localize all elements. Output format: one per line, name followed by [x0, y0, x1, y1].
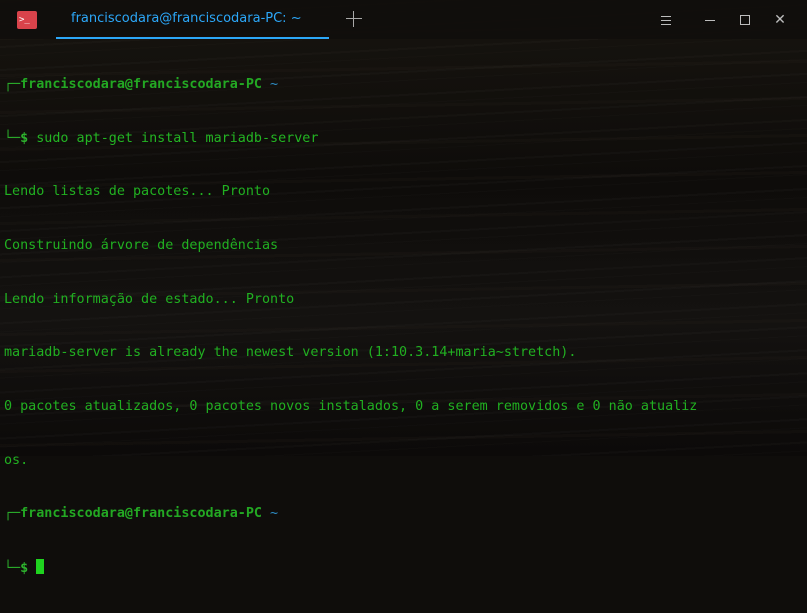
prompt-frame-bottom: └─ — [4, 130, 21, 146]
prompt-path: ~ — [270, 506, 279, 522]
output-line: os. — [4, 452, 29, 468]
output-line: 0 pacotes atualizados, 0 pacotes novos i… — [4, 399, 698, 415]
active-tab-indicator — [56, 37, 329, 39]
prompt-user-host: franciscodara@franciscodara-PC — [20, 76, 262, 92]
prompt-symbol: $ — [20, 561, 29, 577]
terminal-window: >_ franciscodara@franciscodara-PC: ~ ✕ ┌… — [0, 0, 807, 576]
output-line: mariadb-server is already the newest ver… — [4, 345, 577, 361]
output-line: Construindo árvore de dependências — [4, 237, 279, 253]
text-cursor — [36, 559, 45, 575]
title-bar: >_ franciscodara@franciscodara-PC: ~ ✕ — [0, 0, 807, 39]
close-icon[interactable]: ✕ — [770, 10, 790, 30]
output-line: Lendo listas de pacotes... Pronto — [4, 184, 271, 200]
new-tab-plus-icon[interactable] — [343, 8, 365, 30]
prompt-header-line: ┌─franciscodara@franciscodara-PC ~ — [4, 76, 807, 94]
output-line: Lendo informação de estado... Pronto — [4, 291, 295, 307]
prompt-frame-top: ┌─ — [4, 76, 21, 92]
command-text: sudo apt-get install mariadb-server — [36, 130, 319, 146]
active-prompt-line: └─$ — [4, 559, 807, 577]
minimize-icon[interactable] — [700, 10, 720, 30]
maximize-icon[interactable] — [735, 10, 755, 30]
terminal-app-icon[interactable]: >_ — [17, 11, 37, 29]
prompt-header-line: ┌─franciscodara@franciscodara-PC ~ — [4, 505, 807, 523]
tab-title: franciscodara@franciscodara-PC: ~ — [71, 11, 302, 26]
command-line: └─$ sudo apt-get install mariadb-server — [4, 130, 807, 148]
prompt-frame-bottom: └─ — [4, 561, 21, 577]
prompt-frame-top: ┌─ — [4, 506, 21, 522]
prompt-path: ~ — [270, 76, 279, 92]
tab-terminal[interactable]: franciscodara@franciscodara-PC: ~ — [56, 0, 329, 39]
menu-hamburger-icon[interactable] — [656, 10, 676, 30]
prompt-user-host: franciscodara@franciscodara-PC — [20, 506, 262, 522]
prompt-symbol: $ — [20, 130, 29, 146]
terminal-output-area[interactable]: ┌─franciscodara@franciscodara-PC ~ └─$ s… — [4, 40, 807, 576]
